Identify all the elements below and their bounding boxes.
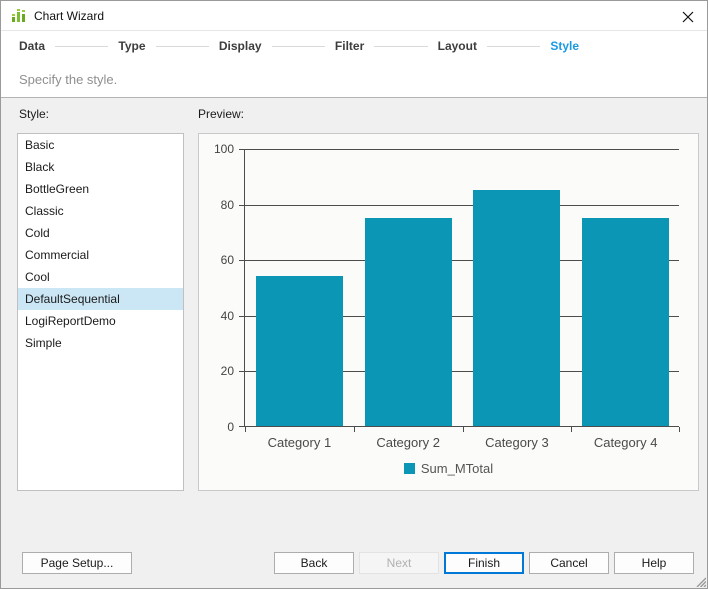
y-tick-label: 40 bbox=[220, 308, 234, 323]
step-style[interactable]: Style bbox=[550, 39, 579, 53]
finish-button[interactable]: Finish bbox=[444, 552, 524, 574]
x-tick-mark bbox=[571, 427, 573, 432]
step-display[interactable]: Display bbox=[219, 39, 262, 53]
y-tick-mark bbox=[239, 371, 244, 373]
style-list-item-commercial[interactable]: Commercial bbox=[18, 244, 183, 266]
x-category-label: Category 3 bbox=[485, 435, 549, 450]
close-button[interactable] bbox=[677, 7, 699, 27]
style-list-item-simple[interactable]: Simple bbox=[18, 332, 183, 354]
style-list-item-black[interactable]: Black bbox=[18, 156, 183, 178]
x-tick-mark bbox=[462, 427, 464, 432]
y-tick-label: 20 bbox=[220, 364, 234, 379]
page-setup-button[interactable]: Page Setup... bbox=[22, 552, 132, 574]
step-filter[interactable]: Filter bbox=[335, 39, 364, 53]
style-list-item-bottlegreen[interactable]: BottleGreen bbox=[18, 178, 183, 200]
y-tick-label: 0 bbox=[227, 420, 234, 434]
x-tick-mark bbox=[245, 427, 246, 432]
y-tick-label: 60 bbox=[220, 253, 234, 268]
help-button[interactable]: Help bbox=[614, 552, 694, 574]
style-list: Basic Black BottleGreen Classic Cold Commerci… bbox=[17, 133, 184, 491]
style-list-item-cold[interactable]: Cold bbox=[18, 222, 183, 244]
chart-wizard-icon bbox=[12, 8, 25, 22]
style-list-item-logireportdemo[interactable]: LogiReportDemo bbox=[18, 310, 183, 332]
cancel-button[interactable]: Cancel bbox=[529, 552, 609, 574]
legend-swatch bbox=[403, 463, 415, 474]
step-data[interactable]: Data bbox=[19, 39, 45, 53]
next-button: Next bbox=[359, 552, 439, 574]
gridline bbox=[245, 204, 679, 206]
y-tick-mark bbox=[239, 426, 244, 427]
x-category-label: Category 4 bbox=[593, 435, 658, 450]
x-tick-mark bbox=[353, 427, 355, 432]
wizard-subtitle: Specify the style. bbox=[19, 71, 118, 87]
step-connector bbox=[486, 45, 541, 47]
preview-label: Preview: bbox=[198, 107, 245, 121]
y-tick-label: 100 bbox=[213, 142, 234, 156]
y-tick-mark bbox=[239, 204, 244, 206]
y-tick-mark bbox=[239, 149, 244, 150]
back-button[interactable]: Back bbox=[274, 552, 354, 574]
chart-legend: Sum_MTotal bbox=[199, 461, 698, 476]
style-list-label: Style: bbox=[19, 107, 50, 121]
gridline bbox=[245, 149, 679, 150]
bar-category-3 bbox=[473, 189, 561, 426]
chart-preview: 0 20 40 60 80 100 Category 1 Category 2 Category… bbox=[198, 133, 699, 491]
close-icon bbox=[682, 11, 694, 23]
style-list-item-defaultsequential[interactable]: DefaultSequential bbox=[18, 288, 183, 310]
x-category-label: Category 2 bbox=[376, 435, 440, 450]
y-tick-mark bbox=[239, 260, 244, 262]
step-connector bbox=[155, 45, 209, 47]
step-type[interactable]: Type bbox=[118, 39, 145, 53]
dialog-body: Style: Preview: Basic Black BottleGreen Cla… bbox=[1, 98, 707, 588]
style-list-item-classic[interactable]: Classic bbox=[18, 200, 183, 222]
resize-grip-icon[interactable] bbox=[693, 574, 706, 587]
wizard-subtitle-row: Specify the style. bbox=[1, 61, 707, 98]
chart-wizard-dialog: Chart Wizard Data Type Display Filter La… bbox=[0, 0, 708, 589]
bar-category-4 bbox=[582, 217, 670, 426]
step-connector bbox=[271, 45, 325, 47]
legend-label: Sum_MTotal bbox=[420, 461, 494, 476]
bar-category-1 bbox=[255, 275, 343, 426]
x-category-label: Category 1 bbox=[267, 435, 332, 450]
wizard-steps: Data Type Display Filter Layout Style bbox=[1, 31, 579, 61]
step-layout[interactable]: Layout bbox=[438, 39, 477, 53]
chart-plot: 0 20 40 60 80 100 Category 1 Category 2 Category… bbox=[214, 142, 680, 450]
style-list-item-cool[interactable]: Cool bbox=[18, 266, 183, 288]
title-bar: Chart Wizard bbox=[1, 1, 707, 31]
style-list-item-basic[interactable]: Basic bbox=[18, 134, 183, 156]
y-tick-label: 80 bbox=[220, 197, 234, 212]
x-tick-mark bbox=[679, 427, 680, 432]
y-tick-mark bbox=[239, 315, 244, 317]
step-connector bbox=[55, 45, 109, 47]
bar-category-2 bbox=[364, 217, 452, 426]
window-title: Chart Wizard bbox=[34, 8, 105, 23]
step-connector bbox=[374, 45, 428, 47]
